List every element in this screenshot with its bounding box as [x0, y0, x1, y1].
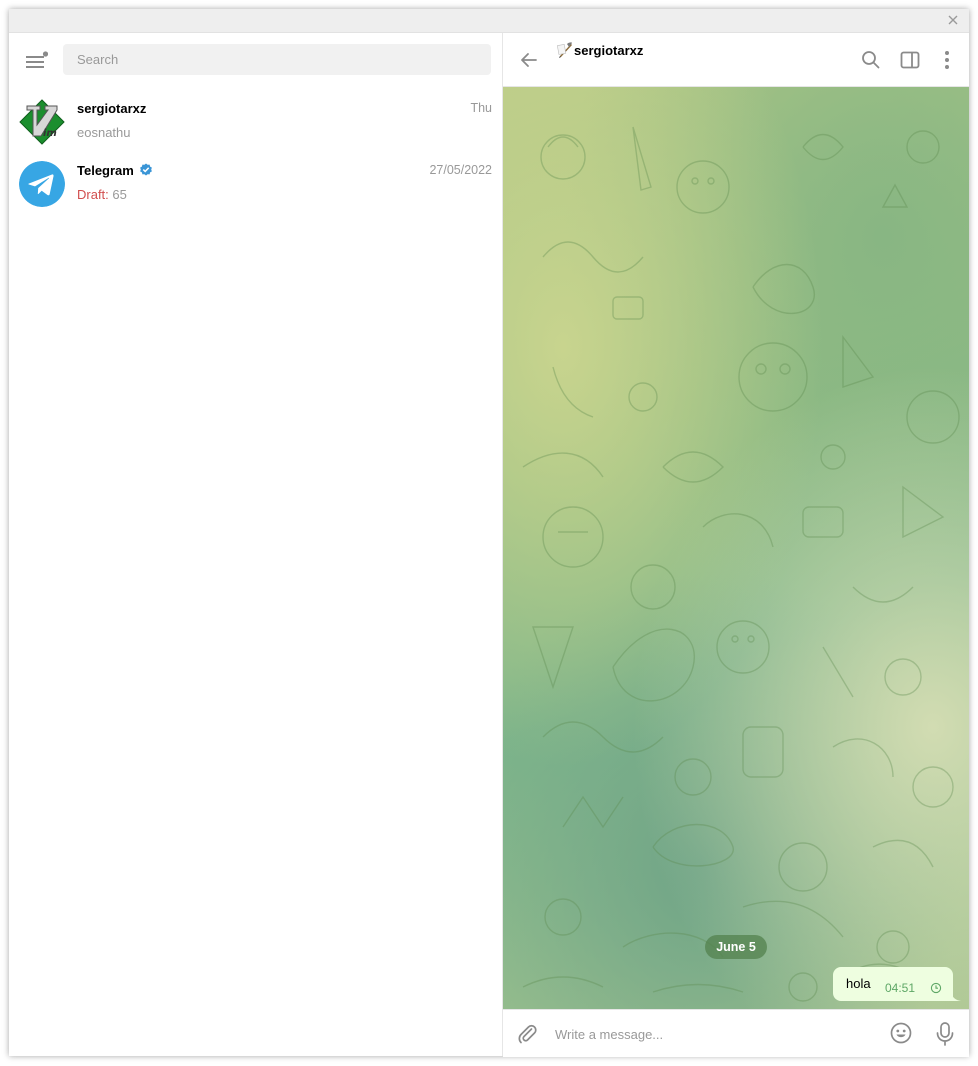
outgoing-message-bubble[interactable]: hola 04:51 [833, 967, 953, 1001]
chat-time: Thu [470, 101, 492, 115]
chat-name: Telegram [77, 163, 153, 178]
search-icon[interactable] [860, 49, 882, 71]
chat-name: sergiotarxz [77, 101, 147, 116]
app-window: im sergiotarxz Thu eosnathu Telegram 27/… [9, 9, 969, 1057]
bubble-tail [951, 989, 961, 1001]
vim-logo-avatar: im [19, 99, 65, 145]
chat-preview: eosnathu [77, 125, 131, 140]
verified-icon [139, 163, 152, 176]
sidebar-toggle-icon[interactable] [899, 49, 921, 71]
message-text: hola [846, 976, 871, 991]
paperclip-icon[interactable] [515, 1022, 539, 1046]
search-input[interactable] [63, 44, 491, 75]
title-bar [9, 9, 969, 33]
more-vertical-icon[interactable] [936, 49, 958, 71]
draft-label: Draft: [77, 187, 109, 202]
pen-emoji-icon [557, 42, 572, 58]
menu-icon[interactable] [26, 51, 48, 71]
chat-background: June 5 hola 04:51 [503, 87, 969, 1009]
chat-preview: Draft: 65 [77, 187, 127, 202]
chat-name-text: Telegram [77, 163, 134, 178]
doodle-pattern [522, 126, 960, 1002]
svg-text:im: im [43, 128, 57, 139]
chat-time: 27/05/2022 [429, 163, 492, 177]
message-composer [503, 1009, 969, 1057]
back-arrow-icon[interactable] [519, 50, 539, 70]
chat-list-item-telegram[interactable]: Telegram 27/05/2022 Draft: 65 [9, 153, 502, 215]
message-input[interactable] [553, 1018, 877, 1050]
clock-pending-icon [930, 982, 942, 994]
date-separator: June 5 [705, 935, 767, 959]
close-icon[interactable] [947, 14, 959, 26]
microphone-icon[interactable] [935, 1021, 955, 1047]
telegram-logo-avatar [19, 161, 65, 207]
chat-list-sidebar: im sergiotarxz Thu eosnathu Telegram 27/… [9, 33, 503, 1056]
chat-title[interactable]: sergiotarxz [574, 43, 643, 58]
chat-panel: sergiotarxz June 5 hola 04:51 Write a me… [503, 33, 969, 1057]
chat-list-item-sergiotarxz[interactable]: im sergiotarxz Thu eosnathu [9, 91, 502, 153]
emoji-icon[interactable] [889, 1021, 913, 1045]
chat-header: sergiotarxz [503, 33, 969, 87]
draft-text: 65 [112, 187, 127, 202]
message-time: 04:51 [885, 981, 916, 995]
